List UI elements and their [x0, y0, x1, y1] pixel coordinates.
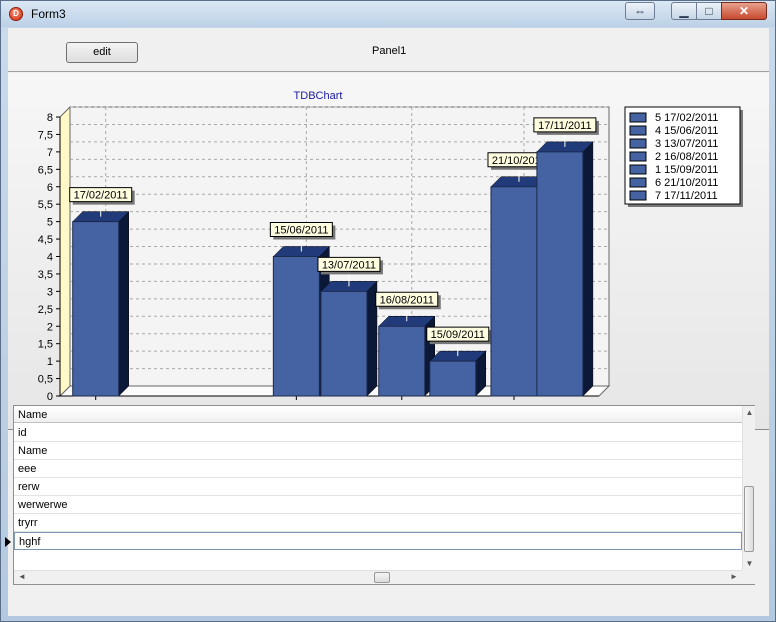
scroll-left-icon[interactable]: ◄: [18, 572, 26, 581]
y-tick-label: 7,5: [38, 129, 53, 141]
legend-swatch: [629, 138, 647, 149]
bar: [72, 221, 120, 397]
data-label: 13/07/2011: [322, 259, 376, 271]
panel-caption: Panel1: [372, 45, 407, 57]
y-tick-label: 3: [47, 286, 53, 298]
legend-swatch: [629, 112, 647, 123]
legend-entry: 3 13/07/2011: [655, 138, 718, 150]
chart-left-wall: [59, 105, 71, 398]
vertical-scroll-thumb[interactable]: [744, 486, 754, 552]
y-tick-label: 5: [47, 217, 53, 229]
data-label: 17/11/2011: [538, 120, 591, 132]
y-tick-label: 1,5: [38, 339, 53, 351]
table-row[interactable]: id: [14, 424, 742, 442]
vertical-scrollbar[interactable]: ▲ ▼: [742, 406, 755, 570]
legend-entry: 6 21/10/2011: [655, 177, 718, 189]
legend-entry: 5 17/02/2011: [655, 112, 718, 124]
table-row[interactable]: hghf: [5, 532, 742, 550]
edit-button[interactable]: edit: [66, 42, 138, 63]
bar-side: [582, 141, 594, 397]
legend-swatch: [629, 151, 647, 162]
bar: [490, 186, 538, 397]
y-tick-label: 3,5: [38, 269, 53, 281]
chart-svg: 0 0,5 1 1,5 2 2,5 3 3,5 4 4,5 5 5,5 6 6,5 7 7,5 8 17/02/2…: [38, 90, 743, 416]
legend-swatch: [629, 164, 647, 175]
bar: [272, 256, 320, 397]
y-tick-label: 1: [47, 356, 53, 368]
grid-cell-name: tryrr: [18, 517, 38, 529]
scrollbar-corner: [742, 570, 755, 584]
y-tick-label: 4,5: [38, 234, 53, 246]
data-label: 17/02/2011: [74, 190, 128, 202]
legend-entry: 4 15/06/2011: [655, 125, 718, 137]
panel1: edit Panel1: [8, 28, 769, 72]
grid-cell-name: eee: [18, 463, 37, 475]
table-row[interactable]: Name: [14, 442, 742, 460]
row-indicator-icon: [5, 537, 11, 547]
y-tick-label: 0,5: [38, 374, 53, 386]
app-icon[interactable]: D: [9, 7, 23, 21]
bar: [320, 290, 368, 397]
bar: [536, 151, 584, 397]
table-row[interactable]: werwerwe: [14, 496, 742, 514]
scroll-down-icon[interactable]: ▼: [745, 559, 754, 568]
bar: [429, 360, 477, 397]
y-tick-label: 6,5: [38, 164, 53, 176]
grid-cell-name: rerw: [18, 481, 40, 493]
window-title: Form3: [31, 7, 66, 21]
chart-title: TDBChart: [294, 90, 343, 102]
close-button[interactable]: ✕: [721, 2, 767, 20]
table-row[interactable]: tryrr: [14, 514, 742, 532]
data-label: 15/06/2011: [274, 225, 328, 237]
horizontal-scroll-thumb[interactable]: [374, 572, 390, 583]
legend-entry: 1 15/09/2011: [655, 164, 718, 176]
restore-size-button[interactable]: ⇔: [625, 2, 655, 20]
table-row[interactable]: rerw: [14, 478, 742, 496]
y-tick-label: 0: [47, 391, 53, 403]
legend-swatch: [629, 190, 647, 201]
legend-swatch: [629, 177, 647, 188]
bar-side: [118, 211, 129, 397]
y-tick-label: 2,5: [38, 304, 53, 316]
grid-cell-name: id: [18, 427, 27, 439]
minimize-button[interactable]: ▁: [671, 2, 697, 20]
scroll-up-icon[interactable]: ▲: [745, 408, 754, 417]
y-tick-label: 8: [47, 112, 53, 124]
y-tick-label: 4: [47, 252, 53, 264]
grid-cell-name: werwerwe: [18, 499, 68, 511]
legend-entry: 2 16/08/2011: [655, 151, 718, 163]
db-chart[interactable]: 0 0,5 1 1,5 2 2,5 3 3,5 4 4,5 5 5,5 6 6,5 7 7,5 8 17/02/2…: [8, 73, 769, 430]
db-grid[interactable]: Name id Name eee rerw werwerwe tryrr hghf ▲ ▼ …: [5, 405, 755, 585]
grid-column-header-name[interactable]: Name: [14, 406, 742, 423]
grid-header-label: Name: [18, 409, 48, 421]
grid-cell-name: hghf: [19, 536, 41, 548]
legend-entry: 7 17/11/2011: [655, 190, 718, 202]
horizontal-scrollbar[interactable]: ◄ ►: [14, 570, 755, 584]
scroll-right-icon[interactable]: ►: [730, 572, 738, 581]
maximize-button[interactable]: □: [696, 2, 722, 20]
y-tick-label: 2: [47, 321, 53, 333]
grid-cell-name: Name: [18, 445, 48, 457]
data-label: 15/09/2011: [431, 329, 485, 341]
title-bar[interactable]: D Form3 ⇔ ▁ □ ✕: [1, 1, 775, 27]
y-tick-label: 6: [47, 182, 53, 194]
data-label: 16/08/2011: [380, 294, 434, 306]
y-tick-label: 7: [47, 147, 53, 159]
bar: [378, 325, 426, 397]
legend-swatch: [629, 125, 647, 136]
table-row[interactable]: eee: [14, 460, 742, 478]
y-tick-label: 5,5: [38, 199, 53, 211]
